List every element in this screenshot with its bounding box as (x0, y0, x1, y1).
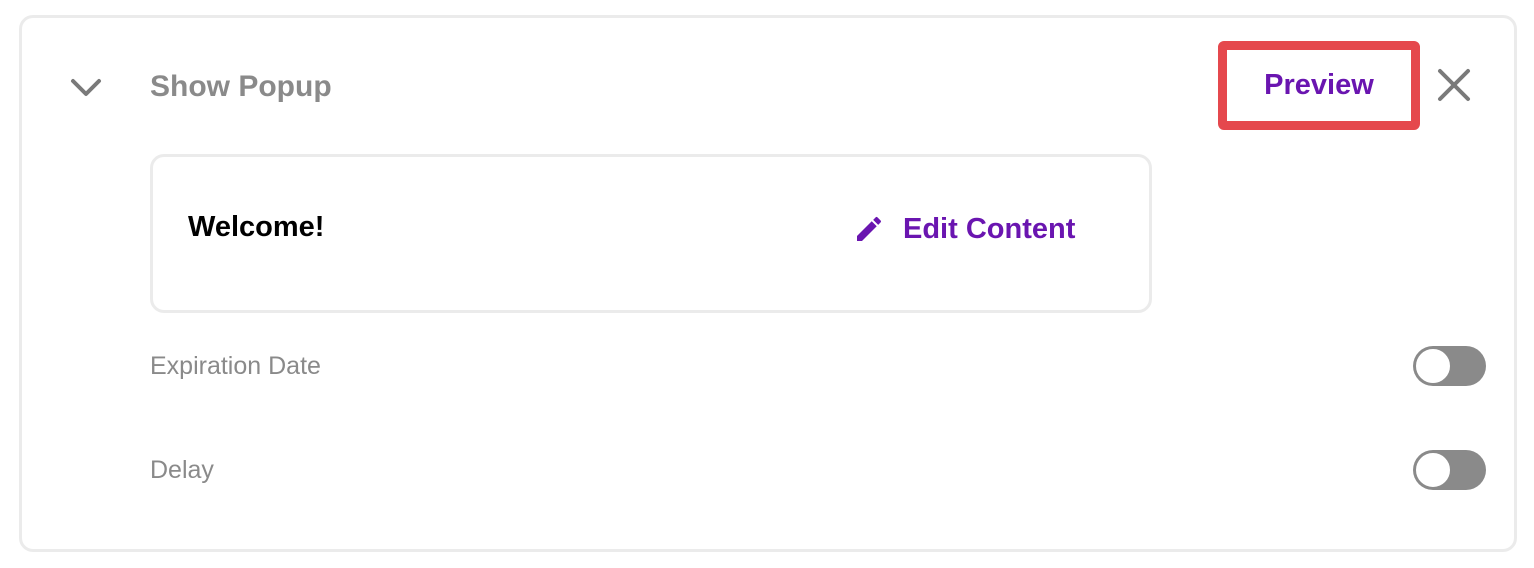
close-button[interactable] (1433, 64, 1475, 106)
close-icon (1438, 69, 1470, 101)
expiration-date-toggle[interactable] (1413, 346, 1486, 386)
edit-content-button[interactable]: Edit Content (853, 209, 1075, 249)
chevron-down-icon (71, 79, 101, 96)
preview-button[interactable]: Preview (1218, 41, 1420, 130)
collapse-toggle-button[interactable] (67, 70, 105, 104)
content-title: Welcome! (188, 211, 325, 243)
pencil-icon (857, 216, 882, 241)
expiration-date-label: Expiration Date (150, 352, 321, 380)
toggle-knob (1414, 451, 1452, 489)
edit-content-label: Edit Content (903, 212, 1076, 245)
content-preview-box: Welcome! Edit Content (150, 154, 1152, 313)
delay-label: Delay (150, 456, 214, 484)
card-title: Show Popup (150, 70, 332, 103)
toggle-knob (1414, 347, 1452, 385)
delay-toggle[interactable] (1413, 450, 1486, 490)
preview-button-label: Preview (1264, 69, 1374, 101)
